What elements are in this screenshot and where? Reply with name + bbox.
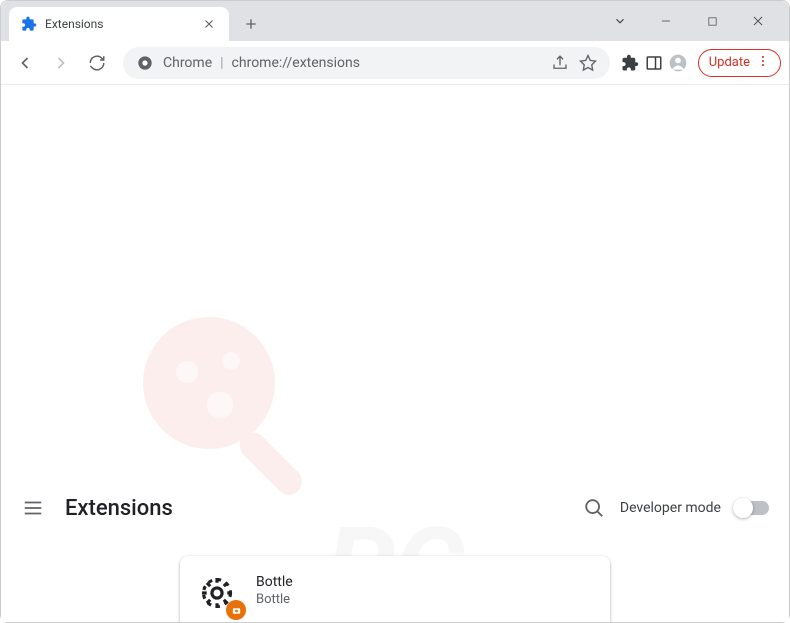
update-button[interactable]: Update xyxy=(698,49,781,77)
new-tab-button[interactable] xyxy=(237,10,265,38)
menu-dots-icon xyxy=(756,54,770,72)
extensions-list: Bottle Bottle Details Remove xyxy=(1,536,789,622)
bookmark-star-icon[interactable] xyxy=(578,53,598,73)
extensions-puzzle-icon[interactable] xyxy=(620,53,640,73)
back-button[interactable] xyxy=(9,47,41,79)
browser-tab[interactable]: Extensions xyxy=(9,7,229,41)
menu-hamburger-icon[interactable] xyxy=(21,496,45,520)
address-bar[interactable]: Chrome | chrome://extensions xyxy=(123,47,610,79)
titlebar: Extensions xyxy=(1,1,789,41)
extensions-page: PC risk.com Extensions Developer mode xyxy=(1,85,789,622)
chrome-logo-icon xyxy=(135,53,155,73)
developer-mode-label: Developer mode xyxy=(620,500,721,516)
share-icon[interactable] xyxy=(550,53,570,73)
omnibox-text: Chrome | chrome://extensions xyxy=(163,55,360,71)
close-tab-icon[interactable] xyxy=(201,16,217,32)
forward-button[interactable] xyxy=(45,47,77,79)
tab-title: Extensions xyxy=(45,17,193,31)
reload-button[interactable] xyxy=(81,47,113,79)
extension-card: Bottle Bottle Details Remove xyxy=(180,556,610,622)
minimize-button[interactable] xyxy=(643,1,689,41)
developer-mode-toggle[interactable] xyxy=(735,501,769,515)
tab-strip: Extensions xyxy=(1,1,597,41)
extension-description: Bottle xyxy=(256,592,293,607)
page-title: Extensions xyxy=(65,496,173,521)
close-window-button[interactable] xyxy=(735,1,781,41)
update-label: Update xyxy=(709,55,750,70)
omnibox-url: chrome://extensions xyxy=(232,55,360,71)
extension-puzzle-icon xyxy=(21,16,37,32)
omnibox-prefix: Chrome xyxy=(163,55,212,71)
side-panel-icon[interactable] xyxy=(644,53,664,73)
extension-icon xyxy=(198,574,238,614)
maximize-button[interactable] xyxy=(689,1,735,41)
profile-avatar-icon[interactable] xyxy=(668,53,688,73)
window-controls xyxy=(597,1,789,41)
page-header: Extensions Developer mode xyxy=(1,480,789,536)
search-icon[interactable] xyxy=(582,496,606,520)
extension-badge-icon xyxy=(226,600,246,620)
chevron-down-icon[interactable] xyxy=(597,1,643,41)
extension-name: Bottle xyxy=(256,574,293,590)
omnibox-separator: | xyxy=(220,55,223,71)
browser-toolbar: Chrome | chrome://extensions Update xyxy=(1,41,789,85)
